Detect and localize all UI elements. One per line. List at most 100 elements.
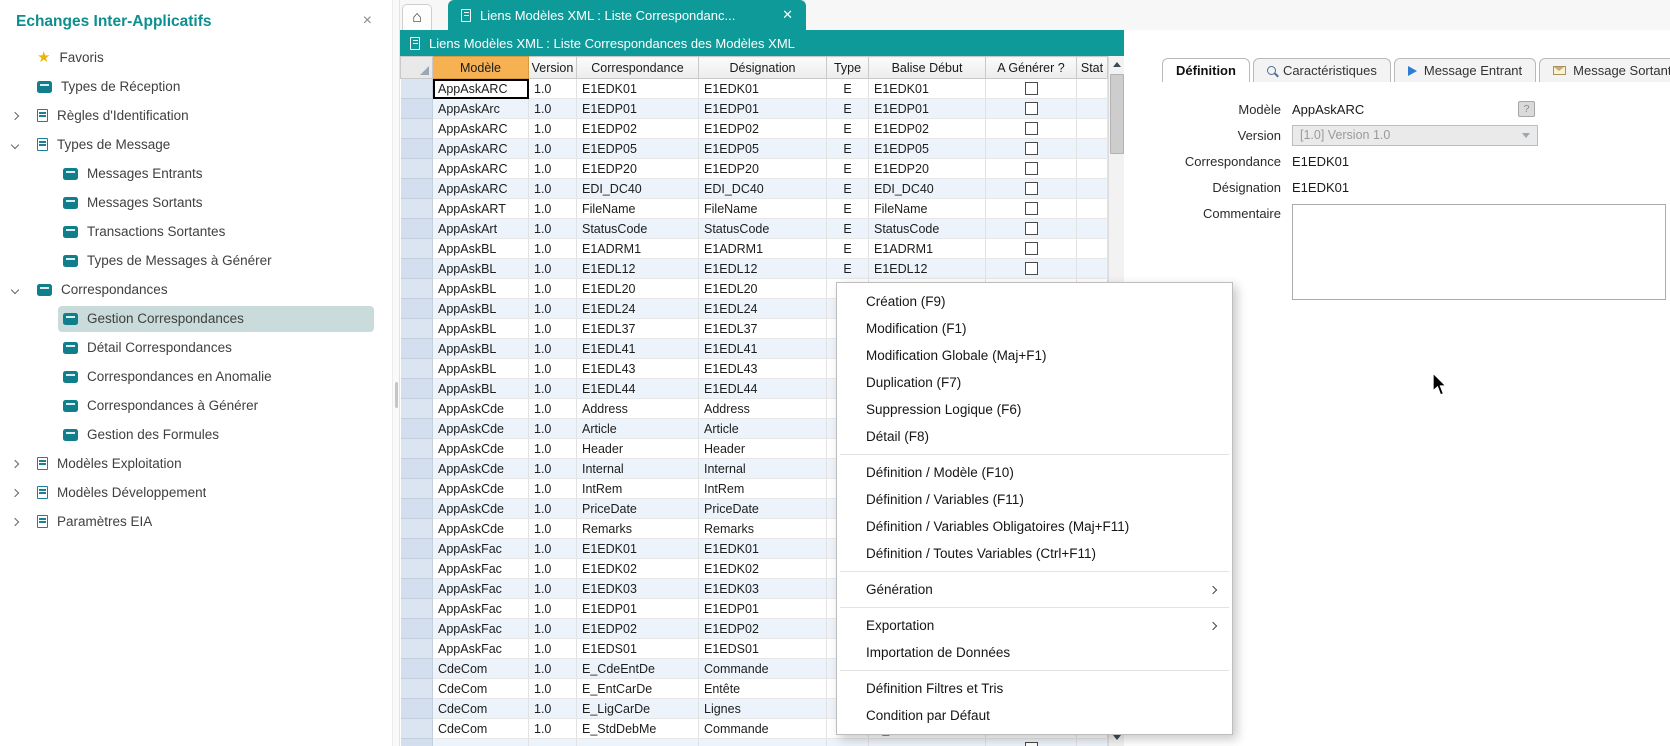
- cell-version[interactable]: 1.0: [529, 519, 577, 539]
- cell-version[interactable]: 1.0: [529, 459, 577, 479]
- chevron-right-icon[interactable]: [12, 490, 32, 496]
- cell-corresp[interactable]: E1EDK02: [577, 559, 699, 579]
- cell-version[interactable]: 1.0: [529, 319, 577, 339]
- cell-modele[interactable]: AppAskFac: [433, 559, 529, 579]
- cell-type[interactable]: E: [827, 239, 869, 259]
- cell-corresp[interactable]: E1EDK01: [577, 79, 699, 99]
- cell-stat[interactable]: [1077, 259, 1108, 279]
- cell-type[interactable]: E: [827, 139, 869, 159]
- sidebar-item-correspondances-en-anomalie[interactable]: Correspondances en Anomalie: [0, 362, 392, 391]
- cell-stat[interactable]: [1077, 739, 1108, 746]
- cell-design[interactable]: E1EDL44: [699, 379, 827, 399]
- cell-modele[interactable]: AppAskARC: [433, 179, 529, 199]
- cell-a-generer[interactable]: [986, 119, 1077, 139]
- scroll-up-button[interactable]: [1109, 56, 1124, 73]
- cell-modele[interactable]: AppAskCde: [433, 399, 529, 419]
- row-header-cell[interactable]: [401, 639, 433, 659]
- cell-modele[interactable]: AppAskBL: [433, 279, 529, 299]
- help-button[interactable]: ?: [1518, 101, 1535, 117]
- cell-type[interactable]: E: [827, 159, 869, 179]
- row-header-cell[interactable]: [401, 519, 433, 539]
- cell-version[interactable]: 1.0: [529, 199, 577, 219]
- cell-type[interactable]: E: [827, 199, 869, 219]
- cell-a-generer[interactable]: [986, 99, 1077, 119]
- cell-corresp[interactable]: E_LigCarDe: [577, 699, 699, 719]
- column-header-designation[interactable]: Désignation: [699, 57, 827, 79]
- cell-corresp[interactable]: E1EDP02: [577, 619, 699, 639]
- cell-corresp[interactable]: Article: [577, 419, 699, 439]
- sidebar-item-correspondances[interactable]: Correspondances: [0, 275, 392, 304]
- cell-corresp[interactable]: E1EDL20: [577, 279, 699, 299]
- tab-definition[interactable]: Définition: [1162, 58, 1250, 82]
- cell-modele[interactable]: AppAskCde: [433, 479, 529, 499]
- cell-version[interactable]: 1.0: [529, 559, 577, 579]
- row-header-cell[interactable]: [401, 699, 433, 719]
- cell-corresp[interactable]: E1EDP01: [577, 599, 699, 619]
- row-header-cell[interactable]: [401, 339, 433, 359]
- cell-balise[interactable]: E1EDP02: [869, 119, 986, 139]
- sidebar-close-icon[interactable]: ×: [363, 13, 372, 29]
- sidebar-item-modeles-developpement[interactable]: Modèles Développement: [0, 478, 392, 507]
- cell-a-generer[interactable]: [986, 219, 1077, 239]
- tab-close-icon[interactable]: ✕: [782, 7, 793, 23]
- sidebar-item-messages-sortants[interactable]: Messages Sortants: [0, 188, 392, 217]
- cell-modele[interactable]: AppAskCde: [433, 419, 529, 439]
- tab-message-sortant[interactable]: Message Sortant: [1539, 58, 1670, 82]
- generer-checkbox[interactable]: [1025, 142, 1038, 155]
- cell-version[interactable]: 1.0: [529, 359, 577, 379]
- cell-version[interactable]: 1.0: [529, 439, 577, 459]
- cell-balise[interactable]: StatusCode: [869, 219, 986, 239]
- cell-balise[interactable]: FileName: [869, 199, 986, 219]
- cell-modele[interactable]: AppAskARC: [433, 139, 529, 159]
- cell-design[interactable]: E1EDK02: [699, 559, 827, 579]
- cell-corresp[interactable]: E1EDL43: [577, 359, 699, 379]
- cell-balise[interactable]: E1EDP20: [869, 159, 986, 179]
- column-header-balise-debut[interactable]: Balise Début: [869, 57, 986, 79]
- cell-version[interactable]: 1.0: [529, 499, 577, 519]
- cell-design[interactable]: E1EDK01: [699, 539, 827, 559]
- row-header-cell[interactable]: [401, 679, 433, 699]
- cell-a-generer[interactable]: [986, 199, 1077, 219]
- cell-balise[interactable]: [869, 739, 986, 746]
- row-header-cell[interactable]: [401, 499, 433, 519]
- sidebar-item-regles-d-identification[interactable]: Règles d'Identification: [0, 101, 392, 130]
- cell-stat[interactable]: [1077, 239, 1108, 259]
- menu-item-definition-modele-f10[interactable]: Définition / Modèle (F10): [837, 459, 1232, 486]
- cell-design[interactable]: Header: [699, 439, 827, 459]
- cell-design[interactable]: E1EDP05: [699, 139, 827, 159]
- cell-stat[interactable]: [1077, 219, 1108, 239]
- cell-version[interactable]: [529, 739, 577, 746]
- menu-item-exportation[interactable]: Exportation: [837, 612, 1232, 639]
- cell-type[interactable]: [827, 739, 869, 746]
- cell-modele[interactable]: AppAskFac: [433, 619, 529, 639]
- column-header-version[interactable]: Version: [529, 57, 577, 79]
- cell-modele[interactable]: AppAskCde: [433, 459, 529, 479]
- sidebar-item-messages-entrants[interactable]: Messages Entrants: [0, 159, 392, 188]
- cell-corresp[interactable]: Address: [577, 399, 699, 419]
- cell-a-generer[interactable]: [986, 139, 1077, 159]
- column-header-a-generer[interactable]: A Générer ?: [986, 57, 1077, 79]
- cell-version[interactable]: 1.0: [529, 99, 577, 119]
- cell-modele[interactable]: AppAskArc: [433, 99, 529, 119]
- cell-modele[interactable]: AppAskARC: [433, 119, 529, 139]
- cell-design[interactable]: E1EDL24: [699, 299, 827, 319]
- cell-corresp[interactable]: IntRem: [577, 479, 699, 499]
- cell-modele[interactable]: AppAskBL: [433, 339, 529, 359]
- select-all-corner[interactable]: [401, 57, 433, 79]
- sidebar-item-parametres-eia[interactable]: Paramètres EIA: [0, 507, 392, 536]
- generer-checkbox[interactable]: [1025, 742, 1038, 746]
- cell-design[interactable]: E1EDP02: [699, 119, 827, 139]
- row-header-cell[interactable]: [401, 619, 433, 639]
- cell-modele[interactable]: AppAskARC: [433, 79, 529, 99]
- cell-version[interactable]: 1.0: [529, 679, 577, 699]
- sidebar-item-types-de-reception[interactable]: Types de Réception: [0, 72, 392, 101]
- cell-modele[interactable]: AppAskFac: [433, 599, 529, 619]
- cell-modele[interactable]: CdeCom: [433, 699, 529, 719]
- cell-modele[interactable]: AppAskArt: [433, 219, 529, 239]
- cell-design[interactable]: Article: [699, 419, 827, 439]
- cell-version[interactable]: 1.0: [529, 479, 577, 499]
- cell-stat[interactable]: [1077, 119, 1108, 139]
- cell-version[interactable]: 1.0: [529, 299, 577, 319]
- cell-stat[interactable]: [1077, 199, 1108, 219]
- menu-item-condition-par-defaut[interactable]: Condition par Défaut: [837, 702, 1232, 729]
